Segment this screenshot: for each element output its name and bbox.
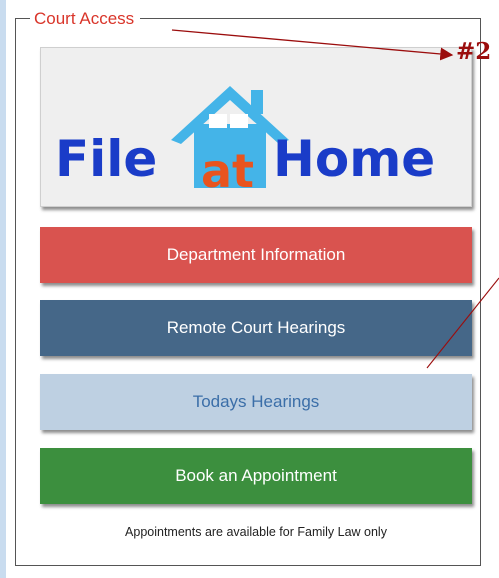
file-at-home-button[interactable]: File at Home xyxy=(40,47,472,207)
appointments-note: Appointments are available for Family La… xyxy=(125,525,387,539)
logo-word-file: File xyxy=(55,130,157,188)
todays-hearings-button[interactable]: Todays Hearings xyxy=(40,374,472,430)
house-chimney-shape xyxy=(251,90,263,114)
file-at-home-logo: File at Home xyxy=(55,86,435,198)
court-access-legend: Court Access xyxy=(30,8,141,30)
logo-word-at: at xyxy=(201,144,254,198)
logo-word-home: Home xyxy=(273,130,435,188)
book-appointment-button[interactable]: Book an Appointment xyxy=(40,448,472,504)
remote-court-hearings-button[interactable]: Remote Court Hearings xyxy=(40,300,472,356)
annotation-badge: #2 xyxy=(456,38,492,65)
department-information-button[interactable]: Department Information xyxy=(40,227,472,283)
